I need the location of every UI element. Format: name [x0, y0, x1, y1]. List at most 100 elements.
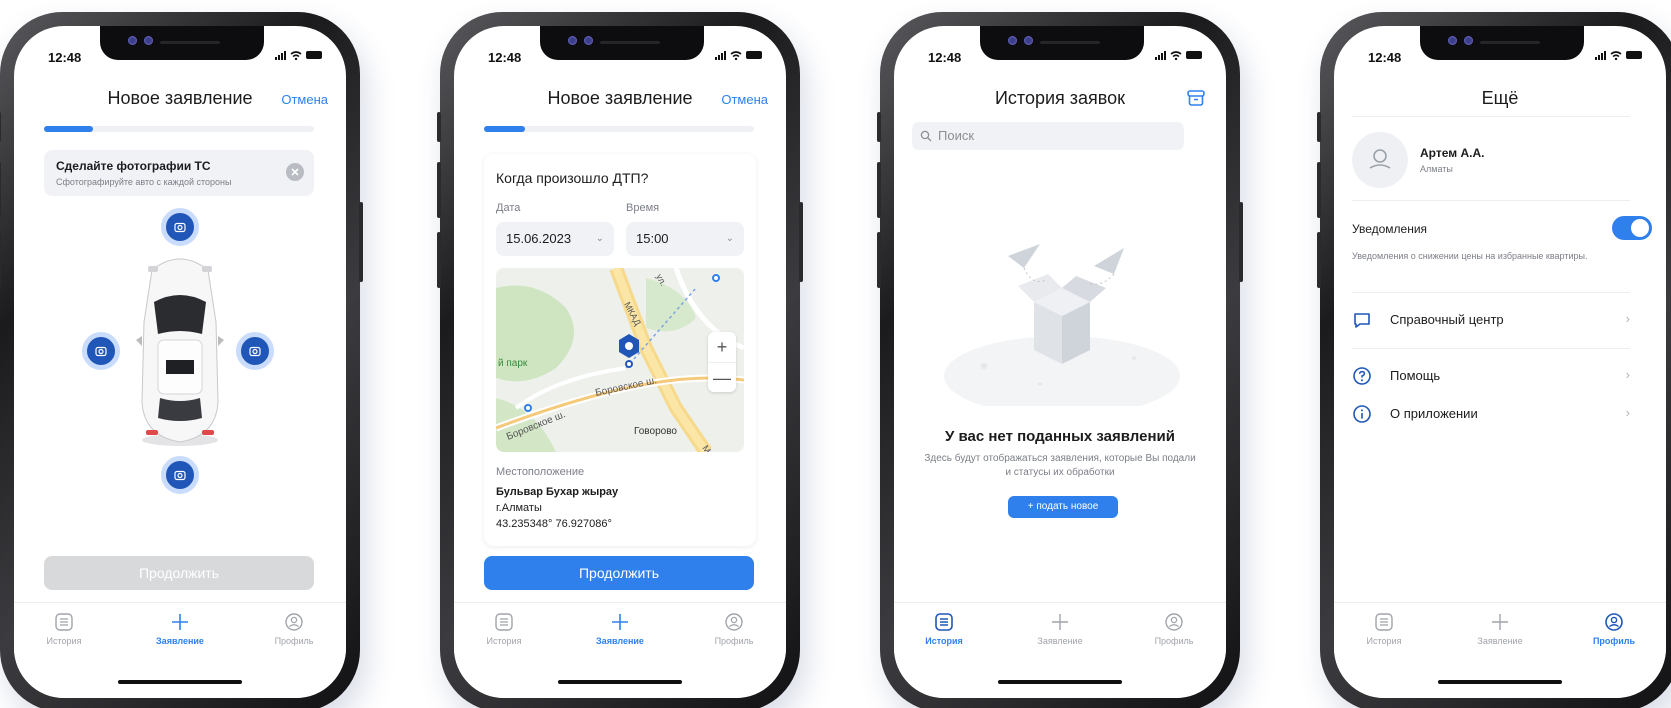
chat-bubble-icon	[1354, 313, 1370, 328]
progress-fill	[484, 126, 525, 132]
photo-left-button[interactable]	[82, 332, 120, 370]
tab-profile[interactable]: Профиль	[244, 611, 344, 646]
location-label: Местоположение	[496, 466, 585, 478]
home-indicator	[1438, 680, 1562, 684]
photo-right-button[interactable]	[236, 332, 274, 370]
notifications-toggle[interactable]	[1612, 216, 1652, 240]
tab-application[interactable]: Заявление	[130, 611, 230, 646]
camera-icon	[174, 470, 186, 481]
progress-bar	[484, 126, 754, 132]
date-label: Дата	[496, 202, 521, 214]
incident-form-card: Когда произошло ДТП? Дата Время 15.06.20…	[484, 154, 756, 546]
search-icon	[920, 130, 932, 142]
cancel-button[interactable]: Отмена	[721, 92, 768, 107]
empty-state-subtitle: Здесь будут отображаться заявления, кото…	[924, 453, 1196, 478]
incident-question: Когда произошло ДТП?	[496, 170, 649, 186]
signal-icon	[1155, 50, 1166, 60]
time-select[interactable]: 15:00 ⌄	[626, 222, 744, 256]
screen-application-history: 12:48 История заявок Поиск У вас нет под…	[894, 26, 1226, 698]
chevron-down-icon: ⌄	[595, 233, 604, 244]
hint-title: Сделайте фотографии ТС	[56, 159, 211, 173]
signal-icon	[275, 50, 286, 60]
tab-label: Профиль	[1592, 636, 1636, 646]
user-name: Артем А.А.	[1420, 146, 1485, 160]
tab-label: История	[925, 636, 963, 646]
new-application-button[interactable]: + подать новое	[1008, 496, 1118, 518]
tab-label: История	[486, 636, 522, 646]
plus-icon	[612, 614, 628, 630]
tab-label: Профиль	[1154, 636, 1194, 646]
status-time: 12:48	[48, 50, 82, 65]
home-indicator	[118, 680, 242, 684]
info-circle-icon	[1353, 405, 1371, 423]
battery-icon	[1186, 51, 1202, 59]
wifi-icon	[730, 50, 742, 60]
location-map[interactable]: й парк Боровское ш. Боровское ш. Говоров…	[496, 268, 744, 452]
battery-icon	[746, 51, 762, 59]
zoom-in-button[interactable]: +	[708, 332, 736, 362]
empty-box-illustration	[944, 244, 1180, 406]
plus-icon	[1492, 614, 1508, 630]
close-icon[interactable]	[286, 163, 304, 181]
tab-application[interactable]: Заявление	[570, 611, 670, 646]
date-select[interactable]: 15.06.2023 ⌄	[496, 222, 614, 256]
user-circle-icon	[285, 613, 303, 631]
menu-item-label: Справочный центр	[1390, 312, 1504, 327]
wifi-icon	[1610, 50, 1622, 60]
list-icon	[1375, 613, 1393, 631]
tab-history[interactable]: История	[894, 611, 994, 646]
list-icon	[935, 613, 953, 631]
menu-item-help-center[interactable]: Справочный центр ›	[1352, 308, 1630, 332]
map-tiles: й парк Боровское ш. Боровское ш. Говоров…	[496, 268, 744, 452]
home-indicator	[558, 680, 682, 684]
phone-frame-4: 12:48 Ещё Артем А.А. Алматы Уведомления …	[1317, 12, 1671, 708]
zoom-out-button[interactable]: —	[708, 362, 736, 392]
continue-button[interactable]: Продолжить	[484, 556, 754, 590]
signal-icon	[1595, 50, 1606, 60]
map-label-park: й парк	[498, 358, 528, 369]
menu-item-help[interactable]: Помощь ›	[1352, 364, 1630, 388]
tab-history[interactable]: История	[14, 611, 114, 646]
notch	[100, 26, 264, 60]
tab-profile[interactable]: Профиль	[1124, 611, 1224, 646]
plus-icon	[172, 614, 188, 630]
user-circle-icon	[725, 613, 743, 631]
hint-subtitle: Сфотографируйте авто с каждой стороны	[56, 177, 232, 187]
status-time: 12:48	[1368, 50, 1402, 65]
photo-front-button[interactable]	[161, 208, 199, 246]
tab-profile[interactable]: Профиль	[684, 611, 784, 646]
tab-label: Заявление	[596, 636, 644, 646]
tab-profile[interactable]: Профиль	[1564, 611, 1664, 646]
user-circle-icon	[1165, 613, 1183, 631]
divider	[1352, 292, 1630, 293]
signal-icon	[715, 50, 726, 60]
avatar[interactable]	[1352, 132, 1408, 188]
divider	[1352, 200, 1630, 201]
tab-application[interactable]: Заявление	[1010, 611, 1110, 646]
cancel-button[interactable]: Отмена	[281, 92, 328, 107]
screen-new-application-photos: 12:48 Новое заявление Отмена Сделайте фо…	[14, 26, 346, 698]
user-city: Алматы	[1420, 164, 1453, 174]
wifi-icon	[290, 50, 302, 60]
phone-frame-1: 12:48 Новое заявление Отмена Сделайте фо…	[0, 12, 363, 708]
tab-application[interactable]: Заявление	[1450, 611, 1550, 646]
tab-label: Заявление	[1037, 636, 1083, 646]
tab-label: История	[1366, 636, 1402, 646]
tab-history[interactable]: История	[454, 611, 554, 646]
tab-history[interactable]: История	[1334, 611, 1434, 646]
continue-button[interactable]: Продолжить	[44, 556, 314, 590]
location-coords: 43.235348° 76.927086°	[496, 518, 612, 530]
location-street: Бульвар Бухар жырау	[496, 486, 619, 498]
search-input[interactable]: Поиск	[912, 122, 1184, 150]
progress-bar	[44, 126, 314, 132]
tab-label: История	[46, 636, 82, 646]
progress-fill	[44, 126, 93, 132]
list-icon	[495, 613, 513, 631]
list-icon	[55, 613, 73, 631]
photo-rear-button[interactable]	[161, 456, 199, 494]
screen-more-profile: 12:48 Ещё Артем А.А. Алматы Уведомления …	[1334, 26, 1666, 698]
location-city: г.Алматы	[496, 502, 542, 514]
archive-icon[interactable]	[1186, 88, 1206, 108]
menu-item-about[interactable]: О приложении ›	[1352, 402, 1630, 426]
user-circle-icon	[1605, 613, 1623, 631]
